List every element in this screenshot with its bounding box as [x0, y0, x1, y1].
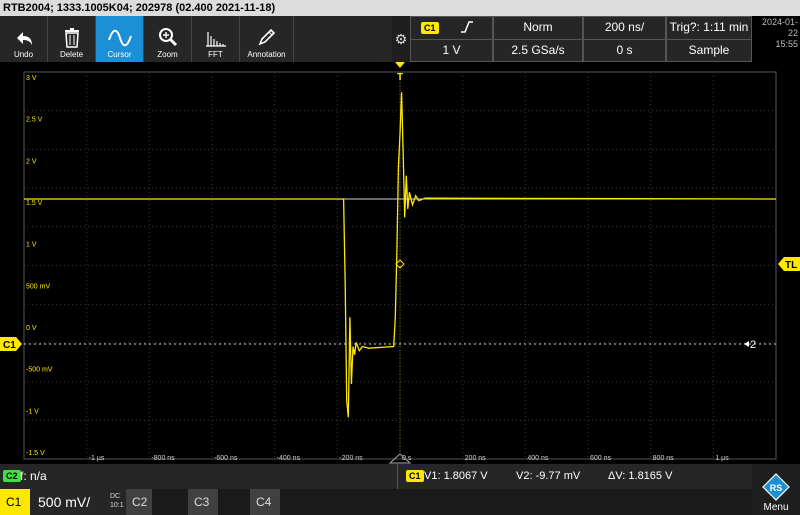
trash-icon [64, 28, 79, 48]
cursor-button[interactable]: Cursor [96, 16, 144, 62]
header-vertical-scale[interactable]: 1 V [410, 39, 493, 62]
x-tick-label: -400 ns [277, 455, 301, 462]
window-title: RTB2004; 1333.1005K04; 202978 (02.400 20… [0, 0, 800, 16]
x-tick-label: -1 µs [89, 455, 105, 462]
rohde-schwarz-logo-icon: RS [762, 473, 790, 501]
x-tick-label: 200 ns [465, 455, 487, 462]
channel2-button[interactable]: C2 [126, 489, 152, 515]
date-text: 2024-01-22 [761, 17, 798, 38]
x-tick-label: 0 s [402, 455, 412, 462]
probe-ratio-text: 10:1 [110, 502, 124, 509]
delete-button[interactable]: Delete [48, 16, 96, 62]
fft-spectrum-icon [205, 32, 226, 47]
y-tick-label: 500 mV [26, 283, 50, 290]
coupling-text: DC [110, 493, 121, 500]
timebase[interactable]: 200 ns/ [583, 16, 666, 40]
y-tick-label: -1 V [26, 408, 39, 415]
header-channel-badge: C1 [421, 22, 439, 34]
x-tick-label: -600 ns [214, 455, 238, 462]
y-tick-label: -500 mV [26, 367, 53, 374]
cursor-channel-badge: C1 [406, 470, 424, 482]
channel1-button[interactable]: C1 [0, 489, 30, 515]
undo-button[interactable]: Undo [0, 16, 48, 62]
toolbar: Undo Delete Cursor Zoom FFT Annotation [0, 16, 392, 62]
sample-rate[interactable]: 2.5 GSa/s [493, 39, 583, 62]
trigger-mode[interactable]: Norm [493, 16, 583, 40]
channel2-empty [152, 489, 188, 515]
x-tick-label: 800 ns [653, 455, 675, 462]
trigger-status[interactable]: Trig?: 1:11 min [666, 16, 752, 40]
channel3-button[interactable]: C3 [188, 489, 218, 515]
time-text: 15:55 [775, 39, 798, 49]
x-tick-label: 1 µs [715, 455, 729, 462]
y-tick-label: 1.5 V [26, 200, 43, 207]
menu-label: Menu [763, 502, 789, 513]
cursor-2-label: 2 [750, 339, 756, 351]
date-time: 2024-01-22 15:55 [752, 16, 800, 62]
annotation-button[interactable]: Annotation [240, 16, 294, 62]
cursor-label: Cursor [107, 50, 132, 59]
y-tick-label: 2 V [26, 158, 37, 165]
channel4-button[interactable]: C4 [250, 489, 280, 515]
x-tick-label: -200 ns [339, 455, 363, 462]
menu-button[interactable]: RS Menu [752, 464, 800, 515]
undo-label: Undo [13, 50, 34, 59]
status-bar: C2 f: n/a C1 V1: 1.8067 V V2: -9.77 mV Δ… [0, 464, 800, 489]
zoom-magnifier-icon [158, 28, 177, 47]
annotation-label: Annotation [247, 50, 286, 59]
trigger-slope-cell[interactable] [440, 16, 493, 40]
cursor-wave-icon [107, 29, 132, 47]
cursor-readout-panel[interactable]: C1 V1: 1.8067 V V2: -9.77 mV ΔV: 1.8165 … [397, 464, 753, 489]
fft-label: FFT [208, 50, 223, 59]
y-tick-label: 0 V [26, 325, 37, 332]
y-tick-label: -1.5 V [26, 450, 45, 457]
y-tick-label: 1 V [26, 242, 37, 249]
delete-label: Delete [59, 50, 84, 59]
undo-icon [16, 32, 32, 45]
rising-edge-icon [460, 21, 473, 33]
y-tick-label: 2.5 V [26, 117, 43, 124]
trigger-level-label: TL [785, 260, 797, 271]
settings-gear-icon[interactable]: ⚙ [392, 16, 410, 62]
cursor-v1-readout: V1: 1.8067 V [424, 470, 488, 482]
f-channel-badge: C2 [3, 470, 21, 482]
channel3-empty [218, 489, 250, 515]
trigger-position-label: T [397, 72, 403, 83]
frequency-readout: f: n/a [20, 469, 47, 483]
zoom-button[interactable]: Zoom [144, 16, 192, 62]
waveform-display[interactable]: 3 V 2.5 V 2 V 1.5 V 1 V 500 mV 0 V -500 mV -1 V -… [0, 62, 800, 464]
x-tick-label: 600 ns [590, 455, 612, 462]
fft-button[interactable]: FFT [192, 16, 240, 62]
zoom-label: Zoom [157, 50, 178, 59]
channel-bar: C1 500 mV/ DC 10:1 C2 C3 C4 [0, 489, 800, 515]
cursor-v2-readout: V2: -9.77 mV [516, 470, 581, 482]
channel1-coupling: DC 10:1 [110, 489, 126, 515]
x-tick-label: -800 ns [151, 455, 175, 462]
pen-icon [258, 28, 275, 46]
svg-text:RS: RS [770, 483, 783, 493]
channel1-scale[interactable]: 500 mV/ [30, 489, 110, 515]
y-tick-label: 3 V [26, 75, 37, 82]
x-tick-label: 400 ns [527, 455, 549, 462]
horizontal-position[interactable]: 0 s [583, 39, 666, 62]
cursor-delta-readout: ΔV: 1.8165 V [608, 470, 673, 482]
acquisition-mode[interactable]: Sample [666, 39, 752, 62]
channel1-offset-label: C1 [3, 340, 16, 351]
